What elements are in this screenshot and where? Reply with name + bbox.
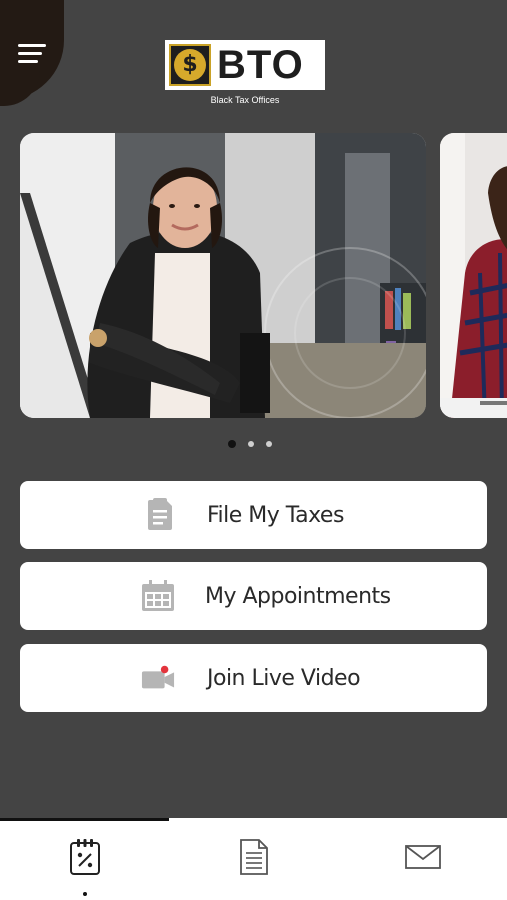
tab-taxes[interactable]	[0, 820, 169, 900]
tab-messages[interactable]	[338, 820, 507, 900]
carousel-slide-business-woman[interactable]	[20, 133, 426, 418]
carousel-slide-next[interactable]	[440, 133, 507, 418]
carousel-dot-3[interactable]	[266, 441, 272, 447]
file-my-taxes-label: File My Taxes	[207, 502, 344, 528]
carousel-pagination	[228, 440, 272, 448]
tab-documents[interactable]	[169, 820, 338, 900]
logo-text: BTO	[217, 43, 304, 87]
video-camera-icon	[141, 660, 175, 696]
dollar-coin-icon: $	[169, 44, 211, 86]
carousel-dot-1[interactable]	[228, 440, 236, 448]
mail-icon	[404, 845, 441, 869]
join-live-video-label: Join Live Video	[207, 665, 361, 691]
calendar-icon	[141, 578, 175, 614]
file-my-taxes-button[interactable]: File My Taxes	[20, 481, 487, 549]
logo-mark: $	[174, 49, 206, 81]
hamburger-menu-icon[interactable]	[18, 42, 50, 70]
woman-at-laptop-photo	[440, 133, 507, 418]
carousel-dot-2[interactable]	[248, 441, 254, 447]
active-tab-dot	[83, 892, 87, 896]
my-appointments-label: My Appointments	[205, 583, 391, 609]
tax-clipboard-icon	[69, 839, 100, 875]
bto-logo: $ BTO	[165, 40, 325, 90]
logo-subtitle: Black Tax Offices	[210, 95, 280, 105]
home-screen: $ BTO Black Tax Offices File My Taxes My…	[0, 0, 507, 818]
business-woman-photo	[20, 133, 426, 418]
document-icon	[143, 497, 177, 533]
document-icon	[239, 839, 268, 875]
join-live-video-button[interactable]: Join Live Video	[20, 644, 487, 712]
my-appointments-button[interactable]: My Appointments	[20, 562, 487, 630]
